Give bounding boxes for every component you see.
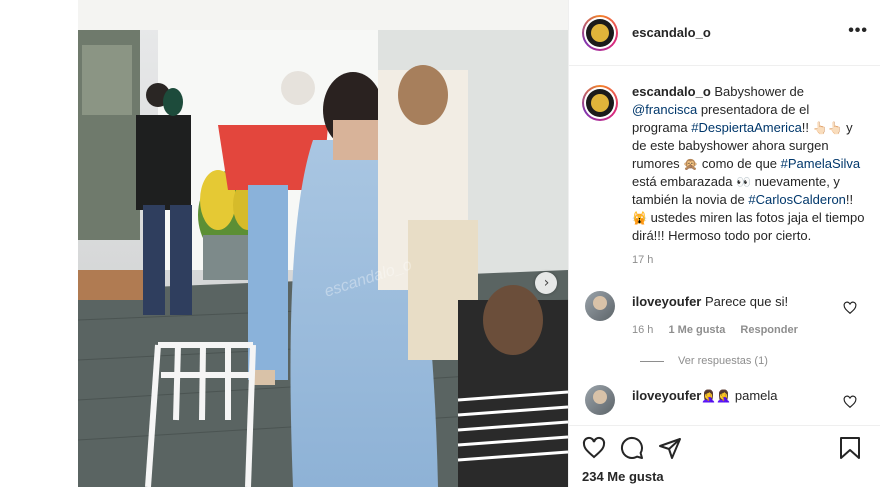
caption-username[interactable]: escandalo_o bbox=[632, 84, 711, 99]
mention-link[interactable]: @francisca bbox=[632, 102, 697, 117]
next-photo-button[interactable]: › bbox=[535, 272, 557, 294]
comment-heart-icon[interactable] bbox=[843, 395, 857, 409]
hashtag-link[interactable]: #CarlosCalderon bbox=[748, 192, 846, 207]
post-photo[interactable]: escandalo_o bbox=[78, 0, 568, 487]
view-replies-button[interactable]: Ver respuestas (1) bbox=[640, 355, 867, 367]
author-username[interactable]: escandalo_o bbox=[632, 25, 711, 40]
weary-cat-emoji: 🙀 bbox=[632, 211, 647, 225]
reply-button[interactable]: Responder bbox=[740, 324, 797, 336]
heart-icon[interactable] bbox=[582, 436, 606, 460]
page-margin bbox=[0, 0, 78, 487]
commenter-avatar[interactable] bbox=[585, 291, 615, 321]
comment-timestamp[interactable]: 16 h bbox=[632, 324, 653, 336]
caption-text: escandalo_o Babyshower de @francisca pre… bbox=[632, 83, 867, 245]
comment-icon[interactable] bbox=[620, 436, 644, 460]
post-actions-bar: 234 Me gusta bbox=[569, 425, 880, 487]
caption-segment: como de que bbox=[698, 156, 781, 171]
pointing-up-emoji: 👆🏻👆🏻 bbox=[812, 121, 843, 135]
comments-section[interactable]: escandalo_o Babyshower de @francisca pre… bbox=[569, 67, 880, 425]
post-sidebar: escandalo_o ••• escandalo_o Babyshower d… bbox=[568, 0, 880, 487]
comment-item: iloveyoufer 🤦‍♀️🤦‍♀️ pamela bbox=[582, 381, 867, 415]
share-icon[interactable] bbox=[658, 436, 682, 460]
post-header: escandalo_o ••• bbox=[569, 0, 880, 66]
likes-count[interactable]: 234 Me gusta bbox=[582, 469, 867, 484]
save-icon[interactable] bbox=[839, 436, 861, 460]
caption-avatar[interactable] bbox=[582, 85, 618, 121]
post-caption: escandalo_o Babyshower de @francisca pre… bbox=[582, 83, 867, 266]
hashtag-link[interactable]: #PamelaSilva bbox=[781, 156, 861, 171]
author-avatar[interactable] bbox=[582, 14, 618, 51]
view-replies-label: Ver respuestas (1) bbox=[678, 355, 768, 367]
commenter-avatar[interactable] bbox=[585, 385, 615, 415]
commenter-username[interactable]: iloveyoufer bbox=[632, 388, 701, 403]
comment-text: Parece que si! bbox=[701, 294, 789, 309]
comment-text: pamela bbox=[731, 388, 778, 403]
party-photo-illustration bbox=[78, 0, 568, 487]
caption-segment: !! bbox=[845, 192, 854, 207]
caption-segment: !! bbox=[801, 120, 813, 135]
replies-divider bbox=[640, 360, 664, 362]
caption-segment: Babyshower de bbox=[710, 84, 804, 99]
more-icon[interactable]: ••• bbox=[848, 22, 868, 40]
comment-item: iloveyoufer Parece que si! 16 h 1 Me gus… bbox=[582, 287, 867, 336]
speak-no-evil-emoji: 🙊 bbox=[683, 157, 699, 171]
hashtag-link[interactable]: #DespiertaAmerica bbox=[691, 120, 802, 135]
caption-segment: está embarazada bbox=[632, 174, 737, 189]
facepalm-emoji: 🤦‍♀️🤦‍♀️ bbox=[701, 389, 732, 403]
comment-heart-icon[interactable] bbox=[843, 301, 857, 315]
caption-timestamp[interactable]: 17 h bbox=[632, 254, 867, 266]
commenter-username[interactable]: iloveyoufer bbox=[632, 294, 701, 309]
eyes-emoji: 👀 bbox=[736, 175, 752, 189]
comment-likes[interactable]: 1 Me gusta bbox=[668, 324, 725, 336]
chevron-right-icon: › bbox=[543, 275, 550, 291]
caption-segment: ustedes miren las fotos jaja el tiempo d… bbox=[632, 210, 865, 243]
